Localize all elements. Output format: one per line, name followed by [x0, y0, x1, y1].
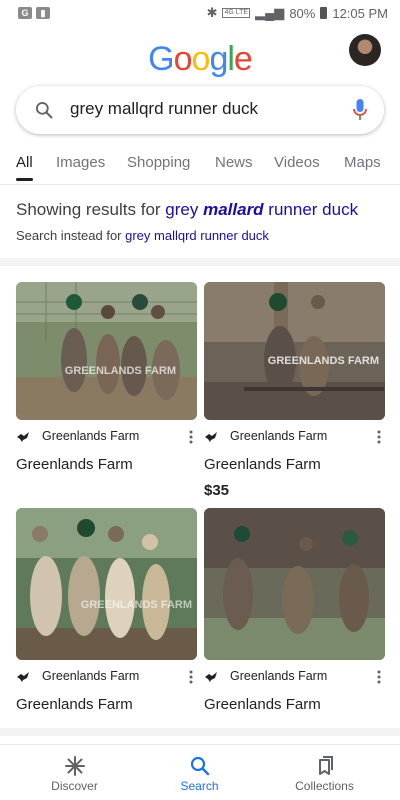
logo-letter: g — [209, 40, 228, 78]
nav-discover[interactable]: Discover — [8, 745, 141, 800]
more-options-icon[interactable] — [377, 430, 381, 444]
tab-shopping[interactable]: Shopping — [127, 154, 190, 171]
result-image[interactable] — [204, 508, 385, 660]
nav-label: Collections — [295, 779, 354, 793]
result-image[interactable]: GREENLANDS FARM — [16, 282, 197, 420]
corrected-query-link[interactable]: grey mallard runner duck — [165, 200, 358, 219]
favicon-icon — [205, 672, 217, 682]
duck-photo: GREENLANDS FARM — [16, 282, 197, 420]
corrected-part: runner duck — [263, 200, 359, 219]
battery-percent: 80% — [289, 5, 316, 21]
duck-photo — [204, 508, 385, 660]
section-separator — [0, 728, 400, 736]
google-logo[interactable]: Google — [0, 40, 400, 79]
favicon-icon — [205, 432, 217, 442]
status-bar: G ▮ ✱ 4G LTE ▂▄▆ 80% 12:05 PM — [0, 0, 400, 26]
search-icon — [190, 756, 210, 776]
result-source-row: Greenlands Farm — [16, 428, 197, 448]
showing-prefix: Showing results for — [16, 200, 166, 219]
tab-videos[interactable]: Videos — [274, 154, 320, 171]
result-source-row: Greenlands Farm — [204, 428, 385, 448]
duck-photo: GREENLANDS FARM — [16, 508, 197, 660]
result-title[interactable]: Greenlands Farm — [16, 456, 133, 473]
result-source: Greenlands Farm — [42, 669, 140, 683]
section-separator — [0, 258, 400, 266]
spelling-correction: Showing results for grey mallard runner … — [16, 200, 384, 243]
result-source: Greenlands Farm — [230, 429, 328, 443]
more-options-icon[interactable] — [377, 670, 381, 684]
more-options-icon[interactable] — [189, 430, 193, 444]
result-source-row: Greenlands Farm — [16, 668, 197, 688]
result-image[interactable]: GREENLANDS FARM — [204, 282, 385, 420]
tab-all[interactable]: All — [16, 154, 33, 171]
microphone-icon[interactable] — [352, 98, 368, 122]
watermark: GREENLANDS FARM — [65, 365, 176, 377]
result-source: Greenlands Farm — [230, 669, 328, 683]
result-title[interactable]: Greenlands Farm — [204, 696, 321, 713]
result-source: Greenlands Farm — [42, 429, 140, 443]
search-box[interactable]: grey mallqrd runner duck — [16, 86, 384, 134]
network-tag: 4G LTE — [222, 8, 251, 18]
result-source-row: Greenlands Farm — [204, 668, 385, 688]
favicon-icon — [17, 672, 29, 682]
result-title[interactable]: Greenlands Farm — [16, 696, 133, 713]
battery-icon — [320, 7, 328, 19]
clock: 12:05 PM — [332, 5, 388, 21]
asterisk-icon — [65, 756, 85, 776]
watermark: GREENLANDS FARM — [268, 355, 379, 367]
tab-news[interactable]: News — [215, 154, 253, 171]
logo-letter: o — [173, 40, 193, 78]
image-result-card[interactable]: Greenlands Farm Greenlands Farm — [204, 508, 385, 718]
notification-icon: G — [18, 7, 32, 19]
tab-images[interactable]: Images — [56, 154, 105, 171]
bottom-navigation: Discover Search Collections — [0, 744, 400, 800]
search-tabs: All Images Shopping News Videos Maps — [0, 150, 400, 182]
battery-saver-icon: ▮ — [36, 7, 50, 19]
nav-search[interactable]: Search — [133, 745, 266, 800]
bluetooth-icon: ✱ — [206, 5, 218, 20]
search-icon[interactable] — [34, 100, 54, 120]
image-result-card[interactable]: GREENLANDS FARM Greenlands Farm Greenlan… — [16, 508, 197, 718]
search-instead-line: Search instead for grey mallqrd runner d… — [16, 228, 384, 243]
original-query-link[interactable]: grey mallqrd runner duck — [125, 228, 269, 243]
logo-letter: e — [233, 40, 253, 78]
status-left: G ▮ — [18, 7, 50, 19]
instead-prefix: Search instead for — [16, 228, 126, 243]
nav-label: Search — [180, 779, 219, 793]
search-query[interactable]: grey mallqrd runner duck — [70, 99, 258, 119]
active-tab-indicator — [16, 178, 33, 181]
divider — [0, 184, 400, 185]
status-right: ✱ 4G LTE ▂▄▆ 80% 12:05 PM — [207, 5, 388, 21]
tab-maps[interactable]: Maps — [344, 154, 381, 171]
result-title[interactable]: Greenlands Farm — [204, 456, 321, 473]
watermark: GREENLANDS FARM — [81, 599, 192, 611]
result-image[interactable]: GREENLANDS FARM — [16, 508, 197, 660]
account-avatar[interactable] — [349, 34, 381, 66]
favicon-icon — [17, 432, 29, 442]
collections-icon — [319, 756, 333, 775]
logo-letter: G — [148, 40, 174, 78]
corrected-part: grey — [165, 200, 204, 219]
logo-letter: o — [191, 40, 211, 78]
more-options-icon[interactable] — [189, 670, 193, 684]
corrected-word: mallard — [203, 200, 264, 219]
duck-photo: GREENLANDS FARM — [204, 282, 385, 420]
image-result-card[interactable]: GREENLANDS FARM Greenlands Farm Greenlan… — [16, 282, 197, 482]
nav-label: Discover — [51, 779, 98, 793]
result-price: $35 — [204, 482, 230, 499]
nav-collections[interactable]: Collections — [258, 745, 391, 800]
signal-icon: ▂▄▆ — [255, 5, 285, 20]
showing-results-line: Showing results for grey mallard runner … — [16, 200, 384, 220]
image-result-card[interactable]: GREENLANDS FARM Greenlands Farm Greenlan… — [204, 282, 385, 502]
